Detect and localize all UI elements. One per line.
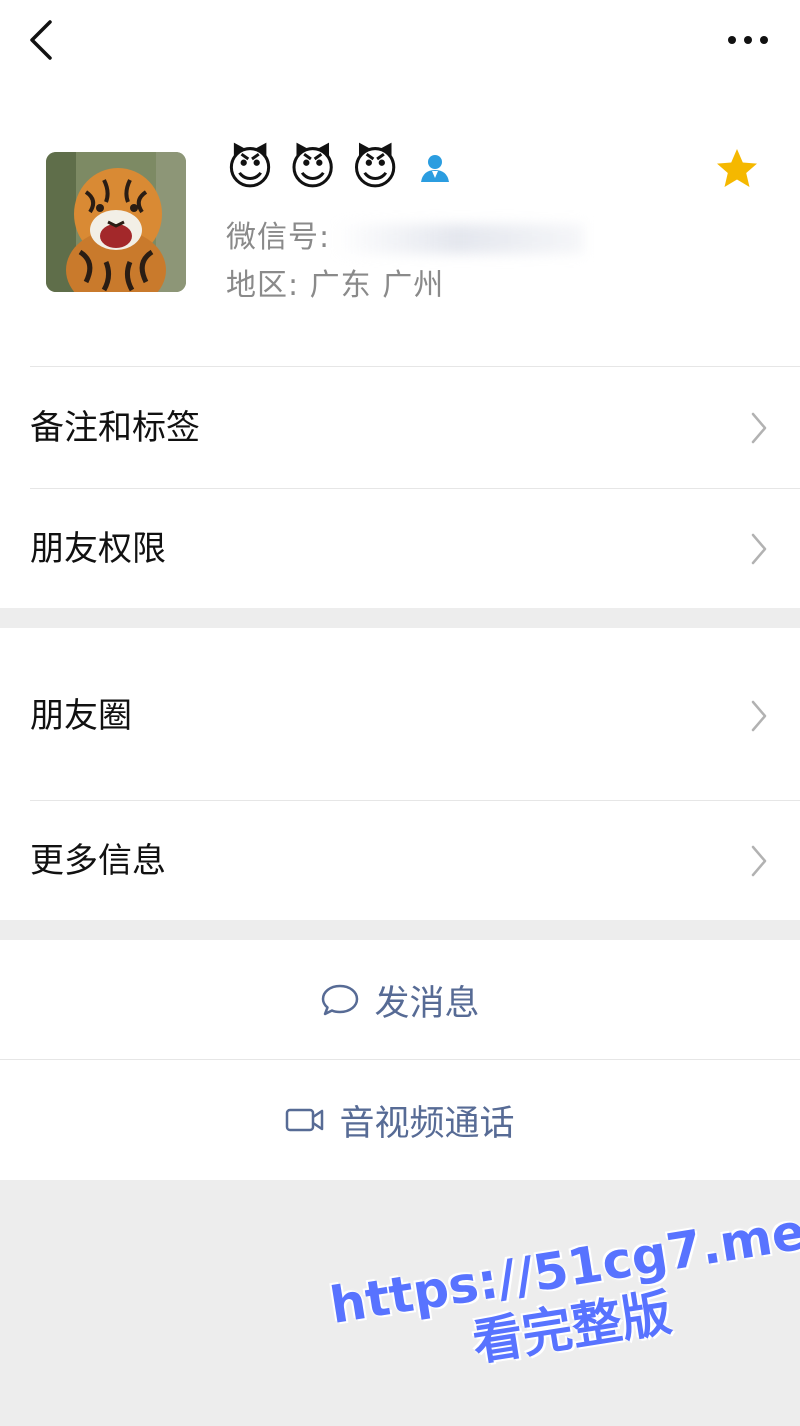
avatar[interactable] <box>46 152 186 292</box>
actions-panel: 发消息 音视频通话 <box>0 940 800 1180</box>
navbar <box>0 0 800 84</box>
tiger-avatar-image <box>46 152 186 292</box>
region-value: 广东 广州 <box>309 268 445 303</box>
person-icon <box>421 155 450 182</box>
profile-name-row: 😈 😈 😈 <box>226 138 453 198</box>
divider <box>30 366 800 367</box>
chevron-right-icon <box>751 700 767 732</box>
chevron-right-icon <box>751 533 767 565</box>
star-icon[interactable] <box>714 146 760 192</box>
watermark: https://51cg7.me 看完整版 <box>326 1203 800 1426</box>
nickname: 😈 😈 😈 <box>226 141 400 195</box>
ellipsis-icon[interactable] <box>726 22 770 58</box>
send-message-button[interactable]: 发消息 <box>0 940 800 1060</box>
menu-item-label: 备注和标签 <box>30 408 200 448</box>
chevron-right-icon <box>751 845 767 877</box>
menu-item-remarks-tags[interactable]: 备注和标签 <box>0 368 800 488</box>
video-call-button[interactable]: 音视频通话 <box>0 1060 800 1180</box>
wechat-id-blurred <box>334 223 585 254</box>
menu-item-moments[interactable]: 朋友圈 <box>0 656 800 776</box>
wechat-id-label: 微信号: <box>226 220 331 255</box>
menu-item-label: 朋友权限 <box>30 529 166 569</box>
menu-item-label: 更多信息 <box>30 841 166 881</box>
region-label: 地区: <box>226 268 300 303</box>
menu-item-label: 朋友圈 <box>30 696 132 736</box>
moments-panel: 朋友圈 更多信息 <box>0 628 800 920</box>
chevron-left-icon[interactable] <box>24 18 60 62</box>
profile-panel: 😈 😈 😈 微信号: 地区: 广东 广州 备注和标签 朋友权限 <box>0 0 800 608</box>
region-line: 地区: 广东 广州 <box>226 260 444 304</box>
wechat-id-line: 微信号: <box>226 212 585 256</box>
video-call-label: 音视频通话 <box>339 1103 515 1144</box>
video-camera-icon <box>286 1108 324 1132</box>
menu-item-more-info[interactable]: 更多信息 <box>0 801 800 921</box>
send-message-label: 发消息 <box>374 983 480 1024</box>
chat-bubble-icon <box>322 984 359 1016</box>
menu-item-friend-permissions[interactable]: 朋友权限 <box>0 489 800 609</box>
chevron-right-icon <box>751 412 767 444</box>
